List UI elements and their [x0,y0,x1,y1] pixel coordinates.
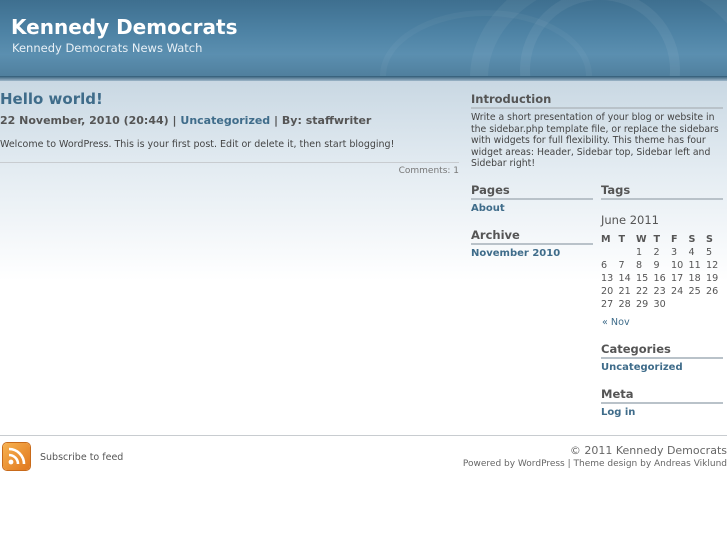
archive-link-november-2010[interactable]: November 2010 [471,248,560,259]
archive-divider [471,243,593,245]
calendar-day: 14 [618,273,631,284]
pages-divider [471,198,593,200]
calendar-day: 8 [636,260,643,271]
calendar-day: 15 [636,273,649,284]
calendar-week-row: 1 2 3 4 5 [601,246,724,259]
calendar-week-row: 13 14 15 16 17 18 19 [601,272,724,285]
calendar-day-header: W [636,234,647,245]
post-author: staffwriter [305,114,372,127]
calendar-day: 28 [618,299,631,310]
calendar-day: 5 [706,247,713,258]
calendar-day-header: M [601,234,611,245]
meta-separator: | [172,114,177,127]
calendar-day: 11 [688,260,701,271]
post-author-label: By: [281,114,302,127]
calendar-day [619,246,637,259]
calendar-day-header: T [618,234,626,245]
tags-title: Tags [601,183,631,197]
meta-title: Meta [601,387,634,401]
calendar-day: 7 [618,260,625,271]
intro-divider [471,107,723,109]
calendar-day-header: S [706,234,713,245]
post-comments-link[interactable]: Comments: 1 [399,166,459,176]
calendar-day: 12 [706,260,719,271]
calendar-day: 29 [636,299,649,310]
calendar-day-header: T [653,234,661,245]
page: Kennedy Democrats Kennedy Democrats News… [0,0,727,545]
categories-title: Categories [601,342,671,356]
rss-icon-glyph [8,447,26,465]
calendar-prev-link[interactable]: « Nov [602,317,630,328]
intro-text: Write a short presentation of your blog … [471,112,719,169]
calendar-day: 9 [653,260,660,271]
calendar-day: 4 [688,247,695,258]
calendar-day: 10 [671,260,684,271]
calendar-day: 3 [671,247,678,258]
site-header: Kennedy Democrats Kennedy Democrats News… [0,0,727,78]
pages-title: Pages [471,183,510,197]
calendar-day [601,246,619,259]
site-title[interactable]: Kennedy Democrats [11,15,238,39]
post-body: Welcome to WordPress. This is your first… [0,139,395,150]
calendar-day: 1 [636,247,643,258]
calendar-day: 21 [618,286,631,297]
tags-divider [601,198,723,200]
rss-feed-icon[interactable] [3,443,30,470]
calendar-day: 25 [688,286,701,297]
calendar-week-row: 27 28 29 30 [601,298,724,311]
calendar-day: 22 [636,286,649,297]
calendar-day [689,298,707,311]
calendar-week-row: 20 21 22 23 24 25 26 [601,285,724,298]
calendar-header-row: M T W T F S S [601,233,724,246]
calendar-day: 20 [601,286,614,297]
calendar-day: 23 [653,286,666,297]
footer-divider [0,435,727,436]
post-category-link[interactable]: Uncategorized [180,114,270,127]
calendar-day: 18 [688,273,701,284]
calendar-day-header: S [688,234,696,245]
calendar-caption: June 2011 [601,213,659,227]
calendar-day [671,298,689,311]
intro-title: Introduction [471,92,552,106]
calendar-day: 27 [601,299,614,310]
post-title[interactable]: Hello world! [0,90,103,108]
calendar-day: 6 [601,260,608,271]
calendar-day: 17 [671,273,684,284]
post-divider [0,162,459,163]
meta-divider [601,402,723,404]
calendar-day: 24 [671,286,684,297]
calendar-day: 26 [706,286,719,297]
calendar-day: 13 [601,273,614,284]
calendar-day: 30 [653,299,666,310]
calendar-day [706,298,724,311]
meta-link-login[interactable]: Log in [601,407,635,418]
site-description: Kennedy Democrats News Watch [12,41,203,55]
calendar: M T W T F S S 1 2 3 4 5 6 7 8 9 10 11 12… [601,233,724,311]
category-link-uncategorized[interactable]: Uncategorized [601,362,683,373]
subscribe-feed-link[interactable]: Subscribe to feed [40,452,123,463]
footer-credits: Powered by WordPress | Theme design by A… [462,459,727,469]
archive-title: Archive [471,228,520,242]
post-date: 22 November, 2010 (20:44) [0,114,169,127]
calendar-week-row: 6 7 8 9 10 11 12 [601,259,724,272]
calendar-day: 2 [653,247,660,258]
calendar-day: 16 [653,273,666,284]
page-link-about[interactable]: About [471,203,505,214]
categories-divider [601,357,723,359]
post-meta: 22 November, 2010 (20:44) | Uncategorize… [0,114,371,127]
meta-separator: | [274,114,279,127]
calendar-day-header: F [671,234,678,245]
footer-copyright: © 2011 Kennedy Democrats [569,444,727,457]
calendar-day: 19 [706,273,719,284]
